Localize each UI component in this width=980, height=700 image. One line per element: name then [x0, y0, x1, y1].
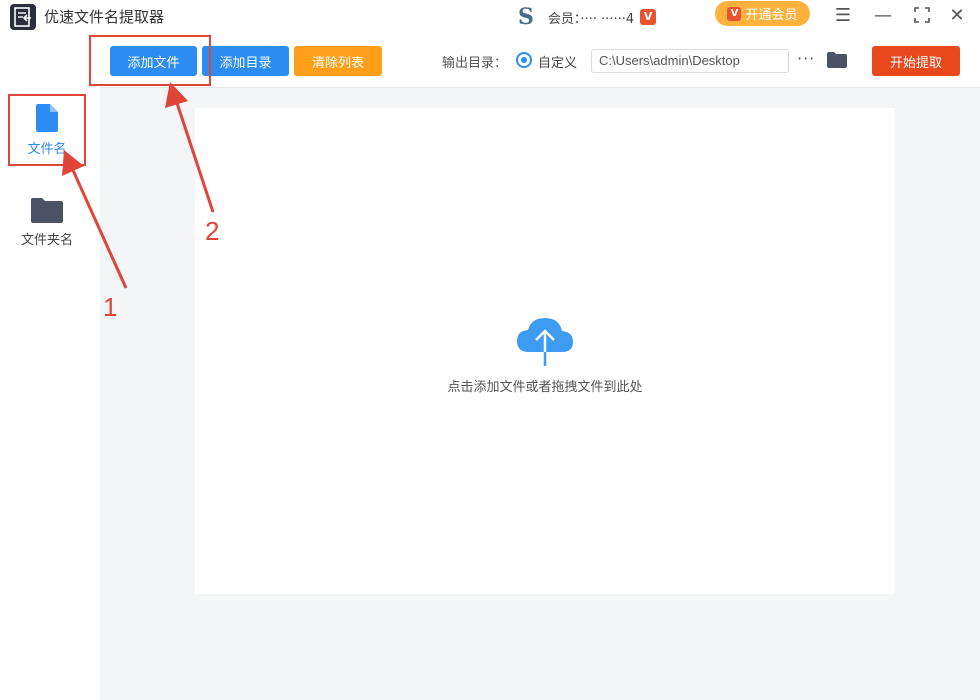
- vip-badge-icon: V: [640, 9, 657, 25]
- minimize-icon[interactable]: —: [870, 2, 896, 28]
- vip-crown-icon: V: [727, 6, 742, 21]
- folder-icon: [31, 197, 63, 223]
- more-options-icon[interactable]: ···: [797, 49, 815, 68]
- maximize-icon[interactable]: [909, 2, 935, 28]
- app-logo-icon: [10, 4, 36, 30]
- open-vip-button[interactable]: V 开通会员: [715, 1, 810, 26]
- file-drop-zone[interactable]: 点击添加文件或者拖拽文件到此处: [195, 108, 895, 594]
- custom-radio[interactable]: [516, 52, 532, 68]
- annotation-box-add-file: [89, 35, 211, 86]
- brand-s-icon: S: [518, 4, 534, 30]
- close-icon[interactable]: ✕: [944, 2, 970, 28]
- menu-icon[interactable]: ☰: [830, 2, 856, 28]
- app-title: 优速文件名提取器: [44, 8, 165, 26]
- drop-hint-text: 点击添加文件或者拖拽文件到此处: [447, 380, 643, 395]
- start-extract-button[interactable]: 开始提取: [872, 46, 960, 76]
- sidebar-item-foldername[interactable]: 文件夹名: [8, 186, 86, 258]
- sidebar: 文件名 文件夹名: [0, 34, 100, 700]
- member-text: 会员：···· ······4: [547, 11, 635, 27]
- add-directory-button[interactable]: 添加目录: [202, 46, 289, 76]
- upload-cloud-icon: [517, 318, 573, 366]
- sidebar-item-filename[interactable]: 文件名: [8, 94, 86, 166]
- title-bar: 优速文件名提取器 S 会员：···· ······4 V V 开通会员 ☰ — …: [0, 0, 980, 34]
- output-dir-label: 输出目录：: [442, 56, 508, 71]
- file-icon: [36, 103, 58, 132]
- annotation-step-2: 2: [205, 216, 220, 246]
- annotation-step-1: 1: [103, 292, 118, 322]
- browse-folder-icon[interactable]: [827, 52, 847, 68]
- custom-radio-label[interactable]: 自定义: [538, 52, 577, 71]
- clear-list-button[interactable]: 清除列表: [294, 46, 382, 76]
- sidebar-item-label: 文件夹名: [20, 232, 73, 248]
- output-path-input[interactable]: C:\Users\admin\Desktop: [591, 49, 789, 73]
- sidebar-item-label: 文件名: [27, 141, 67, 157]
- open-vip-label: 开通会员: [745, 8, 798, 23]
- toolbar: 添加文件 添加目录 清除列表 输出目录： 自定义 C:\Users\admin\…: [100, 34, 980, 87]
- member-info: S 会员：···· ······4 V: [518, 3, 657, 31]
